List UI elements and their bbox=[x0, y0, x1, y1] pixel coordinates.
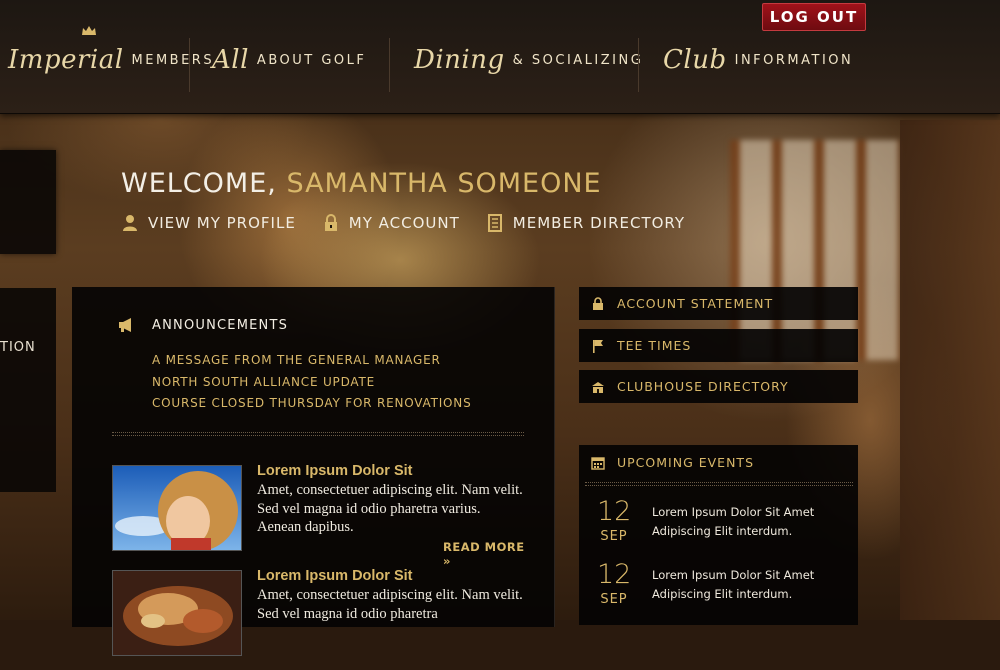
announcements-title: ANNOUNCEMENTS bbox=[152, 317, 289, 333]
nav-dining-script: Dining bbox=[414, 45, 505, 75]
event-description: Lorem Ipsum Dolor Sit Amet Adipiscing El… bbox=[652, 568, 815, 601]
read-more-link[interactable]: READ MORE » bbox=[443, 540, 532, 568]
calendar-icon bbox=[591, 456, 605, 470]
left-panel-partial-label: TION bbox=[0, 340, 36, 355]
event-day: 12 bbox=[597, 496, 632, 527]
left-side-panel-2[interactable] bbox=[0, 288, 56, 492]
megaphone-icon bbox=[119, 318, 131, 332]
post-excerpt: Amet, consectetuer adipiscing elit. Nam … bbox=[257, 587, 523, 622]
nav-divider bbox=[189, 38, 190, 92]
nav-club-information[interactable]: Club INFORMATION bbox=[663, 40, 853, 80]
lock-icon bbox=[324, 214, 337, 231]
directory-book-icon bbox=[487, 214, 502, 232]
news-post: Lorem Ipsum Dolor Sit Amet, consectetuer… bbox=[112, 568, 532, 670]
welcome-greeting: WELCOME, bbox=[121, 168, 287, 199]
post-title[interactable]: Lorem Ipsum Dolor Sit bbox=[257, 568, 413, 584]
post-excerpt: Amet, consectetuer adipiscing elit. Nam … bbox=[257, 482, 523, 535]
dotted-divider bbox=[585, 482, 853, 483]
announcement-link[interactable]: A MESSAGE FROM THE GENERAL MANAGER bbox=[152, 350, 472, 372]
my-account-link[interactable]: MY ACCOUNT bbox=[322, 214, 460, 232]
event-item[interactable]: 12 SEP Lorem Ipsum Dolor Sit Amet Adipis… bbox=[579, 560, 858, 620]
event-day: 12 bbox=[597, 559, 632, 590]
dotted-divider bbox=[112, 435, 524, 436]
nav-about-golf-script: All bbox=[212, 45, 249, 75]
announcements-list: A MESSAGE FROM THE GENERAL MANAGER NORTH… bbox=[152, 350, 472, 415]
user-icon bbox=[123, 215, 137, 231]
member-name: SAMANTHA SOMEONE bbox=[286, 168, 602, 199]
top-navigation-bar: LOG OUT Imperial MEMBERS All ABOUT GOLF … bbox=[0, 0, 1000, 114]
nav-about-golf-label: ABOUT GOLF bbox=[256, 52, 367, 68]
lock-icon bbox=[593, 296, 603, 310]
news-post: Lorem Ipsum Dolor Sit Amet, consectetuer… bbox=[112, 463, 532, 568]
nav-divider bbox=[638, 38, 639, 92]
event-description: Lorem Ipsum Dolor Sit Amet Adipiscing El… bbox=[652, 505, 815, 538]
nav-divider bbox=[389, 38, 390, 92]
event-month: SEP bbox=[600, 592, 628, 607]
welcome-heading: WELCOME, SAMANTHA SOMEONE bbox=[121, 168, 602, 199]
nav-dining-label: & SOCIALIZING bbox=[512, 52, 644, 68]
member-directory-link[interactable]: MEMBER DIRECTORY bbox=[486, 214, 685, 232]
my-account-label: MY ACCOUNT bbox=[348, 214, 460, 232]
background-pillar bbox=[900, 120, 1000, 620]
event-item[interactable]: 12 SEP Lorem Ipsum Dolor Sit Amet Adipis… bbox=[579, 497, 858, 557]
dotted-divider bbox=[112, 432, 524, 433]
dotted-divider bbox=[585, 485, 853, 486]
post-thumbnail-food[interactable] bbox=[112, 570, 242, 656]
member-directory-label: MEMBER DIRECTORY bbox=[512, 214, 686, 232]
upcoming-events-title: UPCOMING EVENTS bbox=[617, 455, 755, 470]
left-side-panel[interactable] bbox=[0, 150, 56, 254]
view-profile-label: VIEW MY PROFILE bbox=[148, 214, 296, 232]
flag-icon bbox=[593, 339, 603, 353]
nav-club-label: INFORMATION bbox=[734, 52, 854, 68]
crown-icon bbox=[82, 26, 96, 35]
announcement-link[interactable]: COURSE CLOSED THURSDAY FOR RENOVATIONS bbox=[152, 393, 472, 415]
clubhouse-icon bbox=[592, 381, 604, 393]
account-statement-button[interactable]: ACCOUNT STATEMENT bbox=[579, 287, 858, 320]
event-month: SEP bbox=[600, 529, 628, 544]
account-statement-label: ACCOUNT STATEMENT bbox=[617, 296, 774, 311]
member-quick-links: VIEW MY PROFILE MY ACCOUNT MEMBER DIRECT… bbox=[121, 214, 685, 232]
clubhouse-directory-label: CLUBHOUSE DIRECTORY bbox=[617, 379, 789, 394]
view-profile-link[interactable]: VIEW MY PROFILE bbox=[121, 214, 296, 232]
post-thumbnail-girl[interactable] bbox=[112, 465, 242, 551]
nav-club-script: Club bbox=[663, 45, 727, 75]
upcoming-events-panel: UPCOMING EVENTS 12 SEP Lorem Ipsum Dolor… bbox=[579, 445, 858, 625]
announcement-link[interactable]: NORTH SOUTH ALLIANCE UPDATE bbox=[152, 372, 472, 394]
nav-dining[interactable]: Dining & SOCIALIZING bbox=[414, 40, 643, 80]
nav-members-script: Imperial bbox=[8, 45, 124, 75]
announcements-header: ANNOUNCEMENTS bbox=[118, 317, 288, 333]
upcoming-events-header: UPCOMING EVENTS bbox=[591, 455, 754, 470]
post-title[interactable]: Lorem Ipsum Dolor Sit bbox=[257, 463, 413, 479]
announcements-panel: ANNOUNCEMENTS A MESSAGE FROM THE GENERAL… bbox=[72, 287, 555, 656]
tee-times-button[interactable]: TEE TIMES bbox=[579, 329, 858, 362]
logout-button[interactable]: LOG OUT bbox=[762, 3, 866, 31]
clubhouse-directory-button[interactable]: CLUBHOUSE DIRECTORY bbox=[579, 370, 858, 403]
background-windows bbox=[730, 140, 900, 360]
nav-members-label: MEMBERS bbox=[131, 52, 215, 68]
nav-about-golf[interactable]: All ABOUT GOLF bbox=[212, 40, 366, 80]
tee-times-label: TEE TIMES bbox=[617, 338, 692, 353]
nav-members[interactable]: Imperial MEMBERS bbox=[8, 40, 214, 80]
